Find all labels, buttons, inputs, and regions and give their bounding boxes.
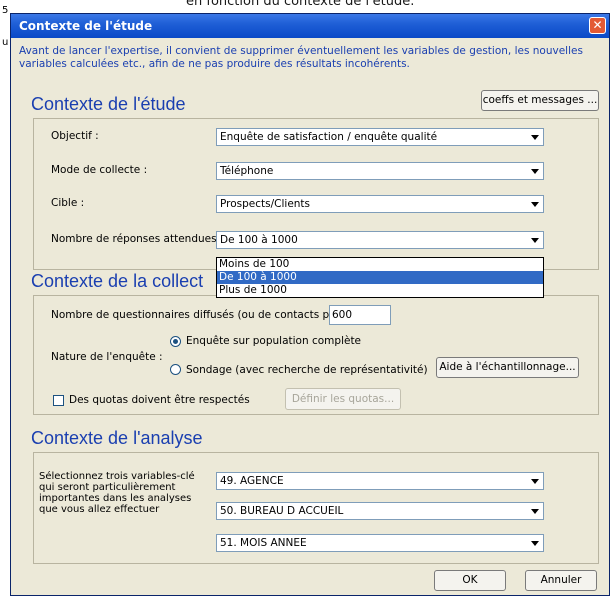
questionnaires-label: Nombre de questionnaires diffusés (ou de…	[51, 309, 353, 321]
section-title-study: Contexte de l'étude	[31, 94, 186, 114]
radio-complete[interactable]	[170, 336, 181, 347]
mode-label: Mode de collecte :	[51, 164, 148, 176]
chevron-down-icon[interactable]	[527, 130, 542, 144]
radio-sondage[interactable]	[170, 364, 181, 375]
background-fragment: 5	[2, 5, 9, 16]
quotas-label[interactable]: Des quotas doivent être respectés	[69, 394, 250, 406]
section-title-collect: Contexte de la collect	[31, 271, 204, 291]
reponses-dropdown-list[interactable]: Moins de 100 De 100 à 1000 Plus de 1000	[216, 257, 544, 298]
chevron-down-icon[interactable]	[527, 164, 542, 178]
variable-select-1[interactable]: 49. AGENCE	[216, 472, 544, 490]
chevron-down-icon[interactable]	[527, 536, 542, 550]
reponses-value: De 100 à 1000	[220, 234, 298, 246]
cible-label: Cible :	[51, 197, 85, 209]
aide-echantillonnage-button[interactable]: Aide à l'échantillonnage...	[436, 357, 579, 378]
definir-quotas-button[interactable]: Définir les quotas...	[285, 388, 401, 410]
objectif-select[interactable]: Enquête de satisfaction / enquête qualit…	[216, 128, 544, 146]
dropdown-option[interactable]: Moins de 100	[217, 258, 543, 271]
dropdown-option[interactable]: Plus de 1000	[217, 284, 543, 297]
analysis-description: Sélectionnez trois variables-clé qui ser…	[39, 471, 195, 515]
intro-text: Avant de lancer l'expertise, il convient…	[19, 45, 583, 70]
nature-label: Nature de l'enquête :	[51, 351, 163, 363]
cible-select[interactable]: Prospects/Clients	[216, 195, 544, 213]
coeffs-button[interactable]: coeffs et messages ...	[481, 90, 599, 111]
background-text: en fonction du contexte de l'étude.	[186, 0, 415, 9]
close-icon: ✕	[592, 18, 603, 32]
chevron-down-icon[interactable]	[527, 233, 542, 247]
close-button[interactable]: ✕	[589, 17, 606, 34]
section-title-analysis: Contexte de l'analyse	[31, 428, 203, 448]
cancel-button[interactable]: Annuler	[525, 570, 597, 591]
dropdown-option-selected[interactable]: De 100 à 1000	[217, 271, 543, 284]
cible-value: Prospects/Clients	[220, 198, 311, 210]
objectif-value: Enquête de satisfaction / enquête qualit…	[220, 131, 438, 143]
chevron-down-icon[interactable]	[527, 474, 542, 488]
mode-select[interactable]: Téléphone	[216, 162, 544, 180]
reponses-select[interactable]: De 100 à 1000	[216, 231, 544, 249]
questionnaires-input[interactable]: 600	[329, 305, 391, 325]
chevron-down-icon[interactable]	[527, 504, 542, 518]
radio-sondage-label[interactable]: Sondage (avec recherche de représentativ…	[186, 364, 428, 376]
radio-complete-label[interactable]: Enquête sur population complète	[186, 335, 361, 347]
reponses-label: Nombre de réponses attendues :	[51, 233, 224, 245]
variable-select-3[interactable]: 51. MOIS ANNEE	[216, 534, 544, 552]
mode-value: Téléphone	[220, 165, 274, 177]
variable-value-1: 49. AGENCE	[220, 475, 284, 487]
background-fragment: u	[2, 37, 9, 48]
dialog-titlebar[interactable]: Contexte de l'étude	[11, 14, 609, 38]
ok-button[interactable]: OK	[434, 570, 506, 591]
variable-value-3: 51. MOIS ANNEE	[220, 537, 307, 549]
dialog-window: Contexte de l'étude ✕ Avant de lancer l'…	[10, 13, 610, 596]
variable-select-2[interactable]: 50. BUREAU D ACCUEIL	[216, 502, 544, 520]
quotas-checkbox[interactable]	[53, 395, 64, 406]
objectif-label: Objectif :	[51, 130, 99, 142]
chevron-down-icon[interactable]	[527, 197, 542, 211]
dialog-title: Contexte de l'étude	[19, 19, 153, 33]
variable-value-2: 50. BUREAU D ACCUEIL	[220, 505, 344, 517]
